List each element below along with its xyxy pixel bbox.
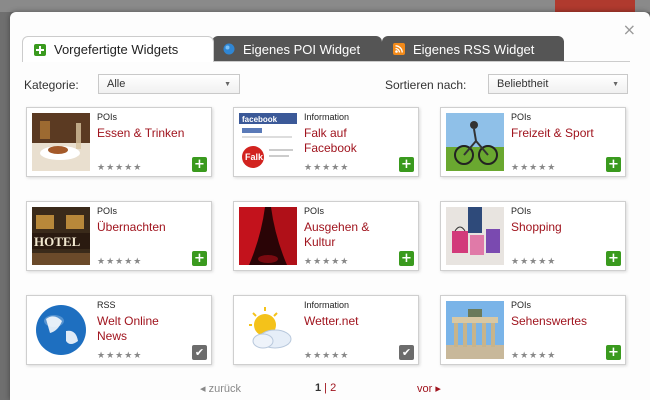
widget-category: POIs — [304, 206, 325, 216]
add-widget-button[interactable]: + — [606, 251, 621, 266]
cyclist-image — [446, 113, 504, 171]
widget-card[interactable]: RSS Welt Online News ★★★★★ ✔ — [26, 295, 212, 365]
widget-category: Information — [304, 300, 350, 310]
shopping-image — [446, 207, 504, 265]
widget-category: POIs — [511, 206, 532, 216]
widget-card[interactable]: facebook Falk Information Falk auf Facebo… — [233, 107, 419, 177]
tab-prebuilt-widgets[interactable]: Vorgefertigte Widgets — [22, 36, 214, 62]
filter-bar: Kategorie: Alle ▼ Sortieren nach: Belieb… — [10, 74, 650, 96]
widget-category: POIs — [511, 300, 532, 310]
category-select[interactable]: Alle ▼ — [98, 74, 240, 94]
rating-stars: ★★★★★ — [304, 257, 350, 267]
rating-stars: ★★★★★ — [97, 257, 143, 267]
widget-card[interactable]: POIs Essen & Trinken ★★★★★ + — [26, 107, 212, 177]
add-widget-button[interactable]: + — [192, 251, 207, 266]
page-backdrop — [0, 0, 650, 12]
rating-stars: ★★★★★ — [511, 257, 557, 267]
rating-stars: ★★★★★ — [304, 351, 350, 361]
sort-label: Sortieren nach: — [385, 78, 467, 92]
rss-icon — [392, 43, 405, 56]
widget-category: POIs — [97, 112, 118, 122]
rating-stars: ★★★★★ — [511, 351, 557, 361]
widget-card[interactable]: POIs Shopping ★★★★★ + — [440, 201, 626, 271]
next-page-link[interactable]: vor ▸ — [417, 382, 441, 395]
page-numbers: 1 | 2 — [315, 382, 336, 394]
rating-stars: ★★★★★ — [97, 163, 143, 173]
chevron-down-icon: ▼ — [612, 81, 619, 88]
add-widget-button[interactable]: + — [192, 157, 207, 172]
checkmark-icon[interactable]: ✔ — [192, 345, 207, 360]
category-label: Kategorie: — [24, 78, 79, 92]
checkmark-icon[interactable]: ✔ — [399, 345, 414, 360]
widget-card[interactable]: HOTEL POIs Übernachten ★★★★★ + — [26, 201, 212, 271]
widget-title[interactable]: Freizeit & Sport — [511, 126, 601, 141]
widget-dialog: × Vorgefertigte Widgets Eigenes POI Widg… — [10, 12, 650, 400]
weather-image — [239, 301, 297, 359]
widget-title[interactable]: Shopping — [511, 220, 601, 235]
widget-title[interactable]: Essen & Trinken — [97, 126, 187, 141]
widget-card[interactable]: POIs Freizeit & Sport ★★★★★ + — [440, 107, 626, 177]
page-2-link[interactable]: 2 — [330, 382, 336, 394]
pagination: ◂ zurück 1 | 2 vor ▸ — [10, 382, 650, 398]
widget-category: POIs — [97, 206, 118, 216]
tab-label: Eigenes RSS Widget — [413, 41, 535, 57]
widget-title[interactable]: Sehenswertes — [511, 314, 601, 329]
widget-title[interactable]: Falk auf Facebook — [304, 126, 394, 156]
falk-logo-text: Falk — [245, 152, 264, 162]
tab-bar: Vorgefertigte Widgets Eigenes POI Widget… — [22, 36, 582, 62]
category-value: Alle — [107, 78, 126, 90]
add-widget-button[interactable]: + — [606, 157, 621, 172]
rating-stars: ★★★★★ — [511, 163, 557, 173]
widget-card[interactable]: POIs Ausgehen & Kultur ★★★★★ + — [233, 201, 419, 271]
add-widget-button[interactable]: + — [399, 251, 414, 266]
chevron-down-icon: ▼ — [224, 81, 231, 88]
widget-title[interactable]: Welt Online News — [97, 314, 187, 344]
hotel-image: HOTEL — [32, 207, 90, 265]
widget-category: RSS — [97, 300, 116, 310]
tab-label: Eigenes POI Widget — [243, 41, 361, 57]
globe-image — [32, 301, 90, 359]
sort-value: Beliebtheit — [497, 78, 549, 90]
add-widget-button[interactable]: + — [606, 345, 621, 360]
backdrop-red-bar — [555, 0, 635, 12]
tab-label: Vorgefertigte Widgets — [54, 42, 179, 57]
brandenburg-gate-image — [446, 301, 504, 359]
rating-stars: ★★★★★ — [304, 163, 350, 173]
widget-title[interactable]: Ausgehen & Kultur — [304, 220, 394, 250]
tab-custom-rss-widget[interactable]: Eigenes RSS Widget — [382, 36, 564, 62]
widget-card[interactable]: POIs Sehenswertes ★★★★★ + — [440, 295, 626, 365]
globe-icon — [222, 43, 235, 56]
widget-title[interactable]: Wetter.net — [304, 314, 394, 329]
plus-icon — [33, 43, 46, 56]
widget-title[interactable]: Übernachten — [97, 220, 187, 235]
theater-image — [239, 207, 297, 265]
widget-card[interactable]: Information Wetter.net ★★★★★ ✔ — [233, 295, 419, 365]
add-widget-button[interactable]: + — [399, 157, 414, 172]
facebook-image: facebook Falk — [239, 113, 297, 171]
widget-category: POIs — [511, 112, 532, 122]
close-icon[interactable]: × — [623, 20, 636, 39]
facebook-header-text: facebook — [242, 115, 278, 124]
hotel-sign-text: HOTEL — [34, 234, 81, 249]
tab-custom-poi-widget[interactable]: Eigenes POI Widget — [212, 36, 382, 62]
page-separator: | — [321, 382, 331, 394]
widget-category: Information — [304, 112, 350, 122]
prev-page-link[interactable]: ◂ zurück — [200, 382, 241, 395]
sort-select[interactable]: Beliebtheit ▼ — [488, 74, 628, 94]
food-image — [32, 113, 90, 171]
rating-stars: ★★★★★ — [97, 351, 143, 361]
